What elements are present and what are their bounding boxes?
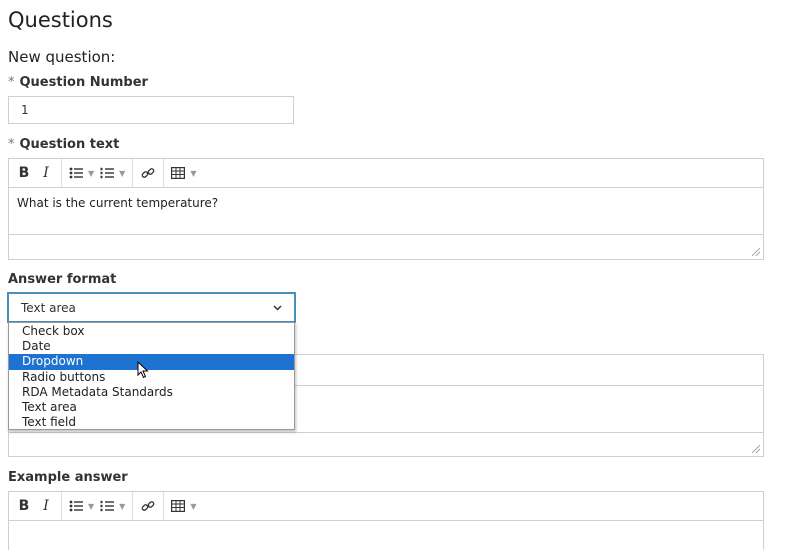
question-text-label: * Question text	[8, 137, 119, 152]
chevron-down-icon: ▼	[190, 501, 197, 511]
link-group	[133, 159, 165, 187]
bullet-list-icon	[69, 167, 83, 179]
list-group: ▼ ▼	[62, 159, 134, 187]
link-button[interactable]	[137, 162, 159, 184]
question-text-editor: B I ▼ ▼ ▼ What is the current temperatur…	[8, 158, 764, 260]
bold-button[interactable]: B	[13, 162, 35, 184]
editor-toolbar: B I ▼ ▼ ▼	[9, 159, 763, 188]
example-answer-editor: B I ▼ ▼ ▼	[8, 491, 764, 550]
option-check-box[interactable]: Check box	[9, 324, 294, 339]
option-text-area[interactable]: Text area	[9, 400, 294, 415]
question-number-input[interactable]: 1	[8, 96, 294, 124]
editor-statusbar	[9, 234, 763, 259]
chevron-down-icon	[273, 304, 282, 311]
chevron-down-icon: ▼	[119, 168, 126, 178]
numbered-list-button[interactable]: ▼	[97, 495, 128, 517]
table-group: ▼	[164, 159, 203, 187]
bold-button[interactable]: B	[13, 495, 35, 517]
chevron-down-icon: ▼	[88, 501, 95, 511]
example-answer-label: Example answer	[8, 470, 128, 485]
required-marker: *	[8, 137, 15, 152]
option-radio-buttons[interactable]: Radio buttons	[9, 370, 294, 385]
chevron-down-icon: ▼	[190, 168, 197, 178]
numbered-list-icon	[100, 167, 115, 179]
option-date[interactable]: Date	[9, 339, 294, 354]
answer-format-selected: Text area	[21, 300, 76, 315]
resize-handle-icon[interactable]	[752, 445, 760, 453]
option-dropdown[interactable]: Dropdown	[9, 354, 294, 370]
link-icon	[141, 168, 155, 178]
chevron-down-icon: ▼	[88, 168, 95, 178]
answer-format-dropdown-list: Check box Date Dropdown Radio buttons RD…	[8, 322, 295, 430]
option-rda-metadata-standards[interactable]: RDA Metadata Standards	[9, 385, 294, 400]
bullet-list-icon	[69, 500, 83, 512]
answer-format-label: Answer format	[8, 272, 117, 287]
table-icon	[171, 500, 186, 512]
question-form-page: Questions New question: * Question Number…	[0, 0, 800, 550]
form-subtitle: New question:	[8, 48, 116, 66]
format-group: B I	[9, 492, 62, 520]
link-group	[133, 492, 165, 520]
question-text-label-text: Question text	[19, 137, 120, 152]
question-number-label-text: Question Number	[19, 75, 148, 90]
format-group: B I	[9, 159, 62, 187]
required-marker: *	[8, 75, 15, 90]
question-text-content[interactable]: What is the current temperature?	[9, 188, 763, 234]
bullet-list-button[interactable]: ▼	[66, 495, 97, 517]
option-text-field[interactable]: Text field	[9, 415, 294, 430]
list-group: ▼ ▼	[62, 492, 134, 520]
chevron-down-icon: ▼	[119, 501, 126, 511]
editor-toolbar: B I ▼ ▼ ▼	[9, 492, 763, 521]
link-button[interactable]	[137, 495, 159, 517]
table-group: ▼	[164, 492, 203, 520]
numbered-list-button[interactable]: ▼	[97, 162, 128, 184]
numbered-list-icon	[100, 500, 115, 512]
editor-statusbar	[9, 432, 763, 456]
answer-format-select[interactable]: Text area	[7, 292, 296, 323]
example-answer-content[interactable]	[9, 521, 763, 537]
mouse-pointer-icon	[137, 361, 149, 379]
resize-handle-icon[interactable]	[752, 248, 760, 256]
question-number-label: * Question Number	[8, 75, 148, 90]
bullet-list-button[interactable]: ▼	[66, 162, 97, 184]
italic-button[interactable]: I	[35, 162, 57, 184]
question-number-value: 1	[21, 103, 29, 117]
link-icon	[141, 501, 155, 511]
table-icon	[171, 167, 186, 179]
italic-button[interactable]: I	[35, 495, 57, 517]
table-button[interactable]: ▼	[168, 162, 199, 184]
page-title: Questions	[8, 8, 113, 32]
table-button[interactable]: ▼	[168, 495, 199, 517]
